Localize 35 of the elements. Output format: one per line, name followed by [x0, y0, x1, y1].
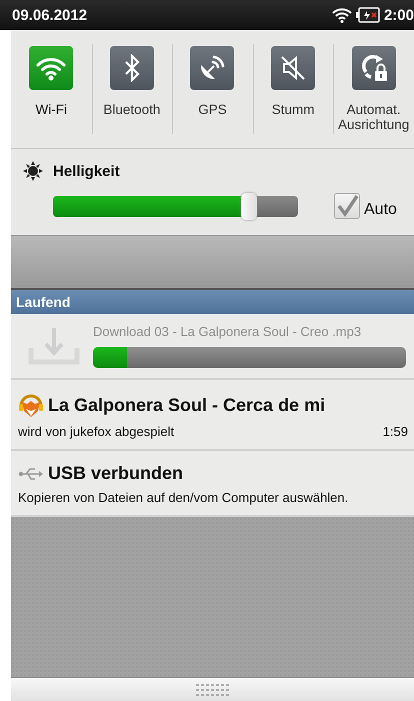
wifi-icon: [36, 55, 66, 81]
status-time: 2:00: [384, 6, 414, 24]
auto-label: Auto: [364, 201, 397, 219]
battery-icon: [356, 7, 380, 23]
toggle-label: Wi-Fi: [34, 102, 68, 117]
checkmark-icon: [335, 194, 359, 218]
quick-toggle[interactable]: Wi-Fi: [11, 30, 92, 148]
quick-toggle[interactable]: Automat. Ausrichtung: [333, 30, 414, 148]
download-title: Download 03 - La Galponera Soul - Creo .mp3: [93, 324, 362, 339]
brightness-icon: [23, 161, 43, 181]
notification-title: USB verbunden: [48, 463, 184, 484]
quick-toggle[interactable]: Stumm: [252, 30, 334, 148]
wifi-signal-icon: [332, 7, 352, 23]
toggle-label: Bluetooth: [102, 102, 162, 117]
speaker-muted-icon: [279, 54, 308, 82]
checkbox[interactable]: [334, 193, 360, 219]
download-icon: [27, 326, 81, 366]
brightness-label: Helligkeit: [53, 162, 120, 180]
notification-text: Kopieren von Dateien auf den/vom Computer auswählen.: [18, 490, 348, 505]
grip-icon: [196, 684, 230, 696]
quick-toggle[interactable]: Bluetooth: [92, 30, 172, 148]
fox-headphones-icon: [18, 392, 44, 418]
toggle-label: Automat. Ausrichtung: [337, 102, 410, 132]
notification-text: wird von jukefox abgespielt: [18, 424, 174, 439]
section-header: Laufend: [11, 290, 414, 314]
status-date: 09.06.2012: [12, 6, 88, 24]
notification-title: La Galponera Soul - Cerca de mi: [48, 394, 326, 416]
toggle-label: GPS: [197, 102, 228, 117]
toggle-label: Stumm: [270, 102, 316, 117]
quick-toggle[interactable]: GPS: [172, 30, 253, 148]
drag-handle-bar[interactable]: [11, 677, 414, 701]
slider-thumb[interactable]: [241, 192, 257, 220]
bluetooth-icon: [122, 54, 141, 82]
notification-time: 1:59: [382, 424, 408, 439]
auto-checkbox[interactable]: Auto: [334, 193, 397, 219]
